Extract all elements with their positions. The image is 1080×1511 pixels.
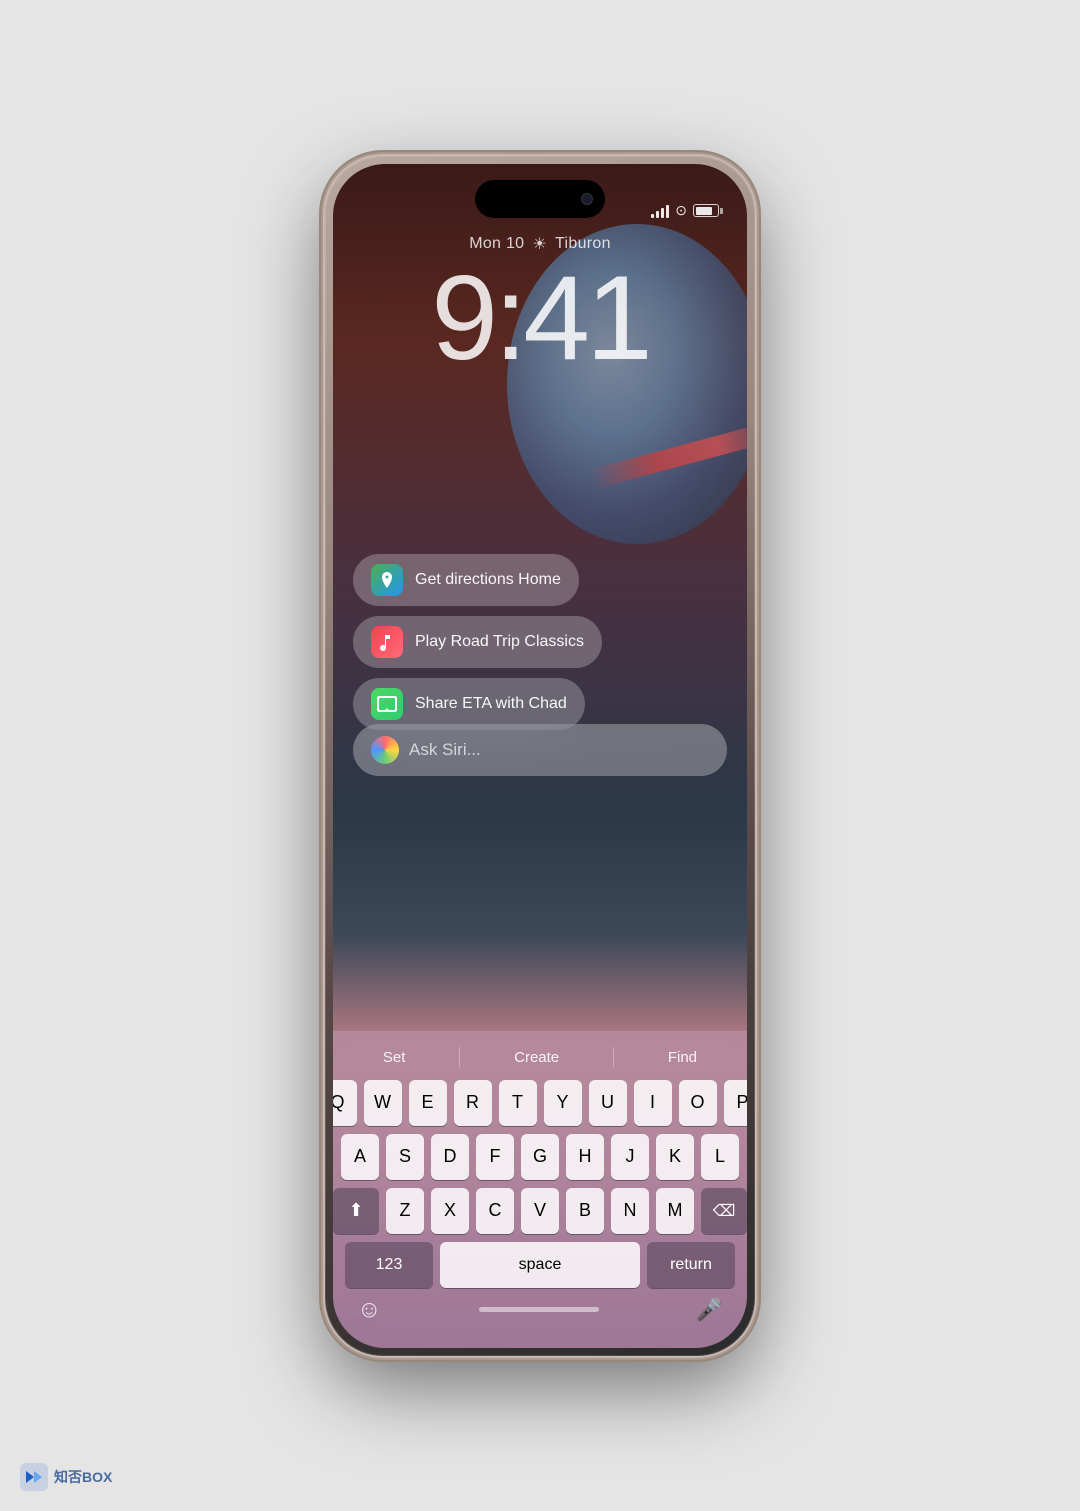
- maps-icon: [371, 564, 403, 596]
- signal-bar-3: [661, 208, 664, 218]
- keyboard-area: Set Create Find Q W E R T Y: [333, 1031, 747, 1348]
- page-wrapper: ⊙ Mon 10 ☀ Tiburon 9:41: [0, 0, 1080, 1511]
- key-row-2: A S D F G H J K L: [345, 1134, 735, 1180]
- key-a[interactable]: A: [341, 1134, 379, 1180]
- key-d[interactable]: D: [431, 1134, 469, 1180]
- key-b[interactable]: B: [566, 1188, 604, 1234]
- key-v[interactable]: V: [521, 1188, 559, 1234]
- key-row-1: Q W E R T Y U I O P: [345, 1080, 735, 1126]
- ask-siri-field[interactable]: Ask Siri...: [353, 724, 727, 776]
- key-m[interactable]: M: [656, 1188, 694, 1234]
- key-y[interactable]: Y: [544, 1080, 582, 1126]
- keyboard-rows: Q W E R T Y U I O P A S: [341, 1080, 739, 1288]
- wifi-icon: ⊙: [675, 202, 687, 219]
- suggestion-music[interactable]: Play Road Trip Classics: [353, 616, 602, 668]
- key-j[interactable]: J: [611, 1134, 649, 1180]
- suggestion-music-text: Play Road Trip Classics: [415, 633, 584, 651]
- key-row-bottom: 123 space return: [345, 1242, 735, 1288]
- key-e[interactable]: E: [409, 1080, 447, 1126]
- signal-bar-1: [651, 214, 654, 218]
- key-l[interactable]: L: [701, 1134, 739, 1180]
- key-k[interactable]: K: [656, 1134, 694, 1180]
- key-t[interactable]: T: [499, 1080, 537, 1126]
- messages-icon: [371, 688, 403, 720]
- key-delete[interactable]: ⌫: [701, 1188, 747, 1234]
- quick-action-find[interactable]: Find: [658, 1045, 707, 1070]
- key-g[interactable]: G: [521, 1134, 559, 1180]
- suggestion-messages[interactable]: Share ETA with Chad: [353, 678, 585, 730]
- key-q[interactable]: Q: [333, 1080, 357, 1126]
- battery-fill: [696, 207, 713, 215]
- signal-icon: [651, 204, 669, 218]
- phone-screen: ⊙ Mon 10 ☀ Tiburon 9:41: [333, 164, 747, 1348]
- key-r[interactable]: R: [454, 1080, 492, 1126]
- key-p[interactable]: P: [724, 1080, 748, 1126]
- camera-dot: [581, 193, 593, 205]
- suggestion-messages-text: Share ETA with Chad: [415, 695, 567, 713]
- siri-orb-icon: [371, 736, 399, 764]
- watermark-icon: [20, 1463, 48, 1491]
- quick-action-create[interactable]: Create: [504, 1045, 569, 1070]
- dynamic-island: [475, 180, 605, 218]
- phone-device: ⊙ Mon 10 ☀ Tiburon 9:41: [325, 156, 755, 1356]
- watermark-label: 知否BOX: [54, 1467, 112, 1487]
- date-text: Mon 10: [469, 235, 524, 253]
- key-return[interactable]: return: [647, 1242, 735, 1288]
- siri-suggestions: Get directions Home Play Road Trip Class…: [353, 554, 727, 730]
- suggestion-directions-text: Get directions Home: [415, 571, 561, 589]
- quick-actions-bar: Set Create Find: [341, 1039, 739, 1076]
- battery-icon: [693, 204, 719, 217]
- key-i[interactable]: I: [634, 1080, 672, 1126]
- key-123[interactable]: 123: [345, 1242, 433, 1288]
- key-w[interactable]: W: [364, 1080, 402, 1126]
- divider-2: [613, 1047, 614, 1067]
- key-shift[interactable]: ⬆: [333, 1188, 379, 1234]
- key-h[interactable]: H: [566, 1134, 604, 1180]
- key-space[interactable]: space: [440, 1242, 640, 1288]
- key-f[interactable]: F: [476, 1134, 514, 1180]
- status-icons: ⊙: [651, 202, 719, 219]
- key-o[interactable]: O: [679, 1080, 717, 1126]
- key-s[interactable]: S: [386, 1134, 424, 1180]
- watermark: 知否BOX: [20, 1463, 112, 1491]
- key-z[interactable]: Z: [386, 1188, 424, 1234]
- quick-action-set[interactable]: Set: [373, 1045, 416, 1070]
- ask-siri-placeholder: Ask Siri...: [409, 740, 481, 760]
- emoji-button[interactable]: ☺: [357, 1296, 382, 1324]
- key-x[interactable]: X: [431, 1188, 469, 1234]
- suggestion-directions[interactable]: Get directions Home: [353, 554, 579, 606]
- signal-bar-2: [656, 211, 659, 218]
- divider-1: [459, 1047, 460, 1067]
- lock-content: Mon 10 ☀ Tiburon 9:41: [333, 234, 747, 378]
- microphone-button[interactable]: 🎤: [696, 1297, 723, 1323]
- key-n[interactable]: N: [611, 1188, 649, 1234]
- home-indicator: [479, 1307, 599, 1312]
- music-icon: [371, 626, 403, 658]
- key-c[interactable]: C: [476, 1188, 514, 1234]
- key-u[interactable]: U: [589, 1080, 627, 1126]
- key-row-3: ⬆ Z X C V B N M ⌫: [345, 1188, 735, 1234]
- bottom-bar: ☺ 🎤: [341, 1288, 739, 1328]
- location-text: Tiburon: [555, 235, 611, 253]
- time-display: 9:41: [431, 258, 649, 378]
- signal-bar-4: [666, 205, 669, 218]
